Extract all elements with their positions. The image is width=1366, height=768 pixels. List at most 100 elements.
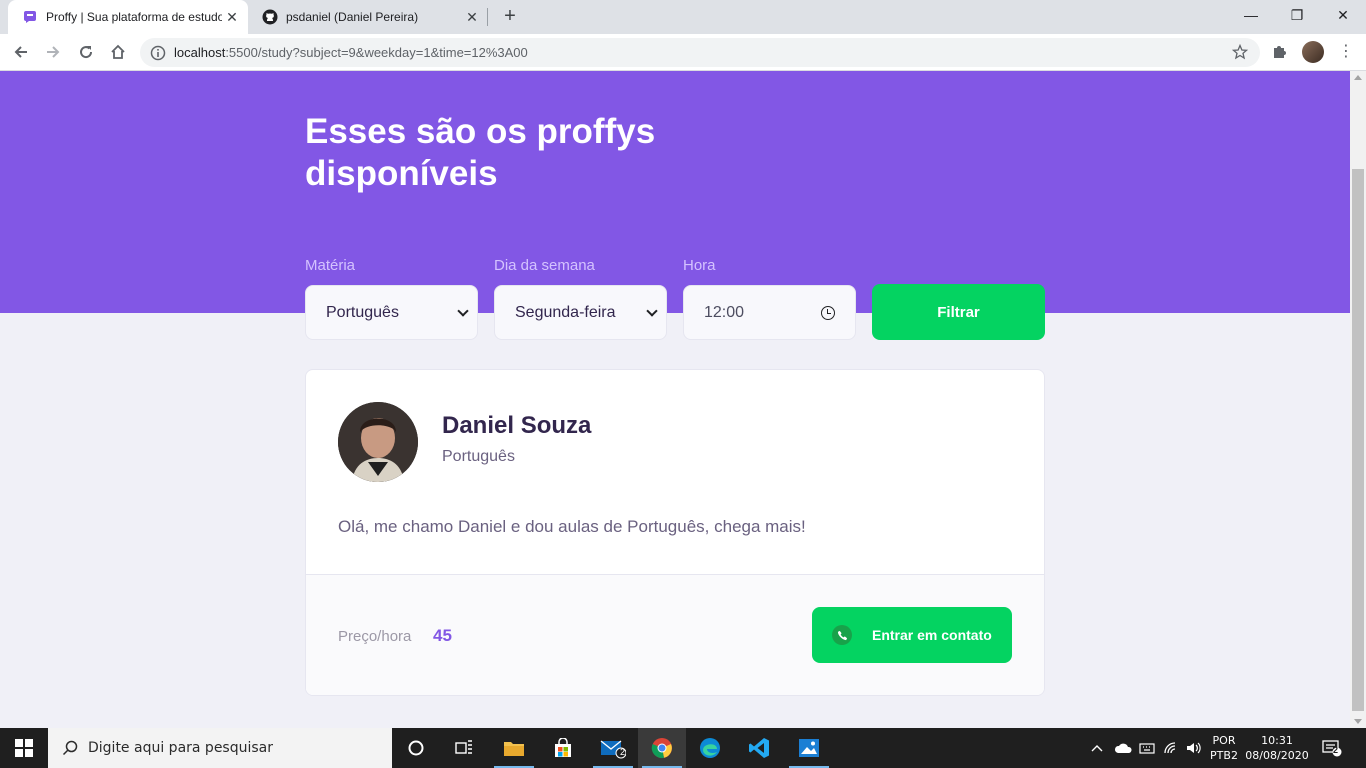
time-input[interactable]: 12:00 [683, 285, 856, 340]
filter-button[interactable]: Filtrar [872, 284, 1045, 340]
teacher-card: Daniel Souza Português Olá, me chamo Dan… [305, 369, 1045, 696]
info-icon [150, 45, 166, 60]
tray-chevron-up-icon[interactable] [1090, 728, 1104, 768]
tab-proffy[interactable]: Proffy | Sua plataforma de estudos ✕ [8, 0, 248, 34]
taskbar-file-explorer[interactable] [490, 728, 538, 768]
teacher-name: Daniel Souza [442, 412, 592, 439]
reload-icon [80, 46, 93, 59]
clock[interactable]: 10:31 08/08/2020 [1244, 733, 1310, 763]
close-tab-icon[interactable]: ✕ [462, 9, 482, 26]
back-arrow-icon [14, 46, 27, 58]
subject-select[interactable]: Português [305, 285, 478, 340]
taskbar-mail[interactable]: 2 [589, 728, 637, 768]
store-bag-icon [555, 738, 571, 757]
address-bar[interactable]: localhost:5500/study?subject=9&weekday=1… [140, 38, 1260, 67]
chrome-icon [651, 738, 672, 759]
price-label: Preço/hora [338, 628, 412, 645]
browser-tab-bar: Proffy | Sua plataforma de estudos ✕ psd… [0, 0, 1366, 34]
folder-icon [504, 742, 524, 756]
price-value: 45 [433, 626, 452, 645]
task-view-icon [455, 740, 472, 754]
time-value: 12:00 [704, 303, 745, 321]
url-text: localhost:5500/study?subject=9&weekday=1… [174, 45, 528, 60]
tab-title: psdaniel (Daniel Pereira) [286, 10, 419, 24]
windows-logo-icon [15, 739, 33, 757]
close-tab-icon[interactable]: ✕ [222, 9, 242, 26]
windows-taskbar: Digite aqui para pesquisar 2 POR PTB2 10… [0, 728, 1366, 768]
language-code: POR [1212, 734, 1236, 747]
notification-icon [1322, 740, 1342, 757]
reload-button[interactable] [73, 39, 99, 65]
notification-center-button[interactable]: 2 [1322, 728, 1342, 768]
mail-badge: 2 [620, 747, 626, 757]
whatsapp-icon [832, 625, 852, 645]
taskbar-edge[interactable] [686, 728, 734, 768]
cortana-button[interactable] [392, 728, 440, 768]
scroll-up-icon[interactable] [1354, 75, 1362, 80]
tab-separator [487, 8, 488, 26]
task-view-button[interactable] [440, 728, 488, 768]
tab-github[interactable]: psdaniel (Daniel Pereira) ✕ [248, 0, 488, 34]
subject-selected-value: Português [326, 303, 399, 321]
search-icon [62, 740, 78, 756]
weekday-selected-value: Segunda-feira [515, 303, 616, 321]
taskbar-store[interactable] [539, 728, 587, 768]
contact-button[interactable]: Entrar em contato [812, 607, 1012, 663]
clock-icon[interactable] [821, 306, 835, 320]
browser-toolbar: localhost:5500/study?subject=9&weekday=1… [0, 34, 1366, 71]
vscode-icon [749, 738, 769, 758]
chevron-down-icon [457, 305, 469, 317]
photos-icon [799, 739, 819, 757]
bookmark-star-icon[interactable] [1232, 44, 1248, 60]
contact-label: Entrar em contato [872, 627, 992, 643]
github-icon [262, 9, 278, 25]
search-placeholder: Digite aqui para pesquisar [88, 740, 274, 756]
page-title: Esses são os proffys disponíveis [305, 112, 656, 193]
start-button[interactable] [0, 728, 48, 768]
card-footer: Preço/hora 45 Entrar em contato [306, 574, 1044, 695]
taskbar-vscode[interactable] [735, 728, 783, 768]
close-window-button[interactable]: ✕ [1320, 0, 1366, 30]
url-host: localhost [174, 45, 226, 60]
teacher-bio: Olá, me chamo Daniel e dou aulas de Port… [338, 517, 806, 536]
clock-date: 08/08/2020 [1245, 749, 1309, 762]
teacher-subject: Português [442, 448, 515, 465]
keyboard-icon[interactable] [1139, 728, 1155, 768]
language-indicator[interactable]: POR PTB2 [1206, 733, 1242, 763]
back-button[interactable] [8, 39, 34, 65]
home-icon [111, 44, 125, 59]
proffy-icon [22, 9, 38, 25]
home-button[interactable] [105, 39, 131, 65]
taskbar-photos[interactable] [785, 728, 833, 768]
scroll-down-icon[interactable] [1354, 719, 1362, 724]
weekday-select[interactable]: Segunda-feira [494, 285, 667, 340]
forward-arrow-icon [47, 46, 60, 58]
scrollbar-thumb[interactable] [1352, 169, 1364, 711]
profile-avatar[interactable] [1302, 41, 1324, 63]
page-viewport: Esses são os proffys disponíveis Matéria… [0, 71, 1350, 728]
extensions-puzzle-icon[interactable] [1271, 42, 1289, 60]
forward-button[interactable] [40, 39, 66, 65]
weekday-label: Dia da semana [494, 257, 595, 274]
taskbar-search[interactable]: Digite aqui para pesquisar [48, 728, 392, 768]
time-label: Hora [683, 257, 716, 274]
page-header: Esses são os proffys disponíveis [0, 71, 1350, 313]
notification-count: 2 [1333, 745, 1339, 755]
clock-time: 10:31 [1261, 734, 1293, 747]
edge-icon [700, 738, 720, 758]
teacher-avatar [338, 402, 418, 482]
new-tab-button[interactable]: + [498, 4, 522, 28]
chevron-down-icon [646, 305, 658, 317]
url-path: :5500/study?subject=9&weekday=1&time=12%… [225, 45, 528, 60]
page-scrollbar[interactable] [1350, 71, 1366, 728]
taskbar-chrome[interactable] [638, 728, 686, 768]
restore-button[interactable]: ❐ [1274, 0, 1320, 30]
minimize-button[interactable]: — [1228, 0, 1274, 30]
cortana-icon [408, 740, 424, 756]
onedrive-icon[interactable] [1114, 728, 1132, 768]
keyboard-layout: PTB2 [1210, 749, 1238, 762]
browser-menu-icon[interactable]: ⋮ [1336, 42, 1356, 62]
tab-title: Proffy | Sua plataforma de estudos [46, 10, 222, 24]
volume-icon[interactable] [1186, 728, 1202, 768]
wifi-icon[interactable] [1163, 728, 1179, 768]
